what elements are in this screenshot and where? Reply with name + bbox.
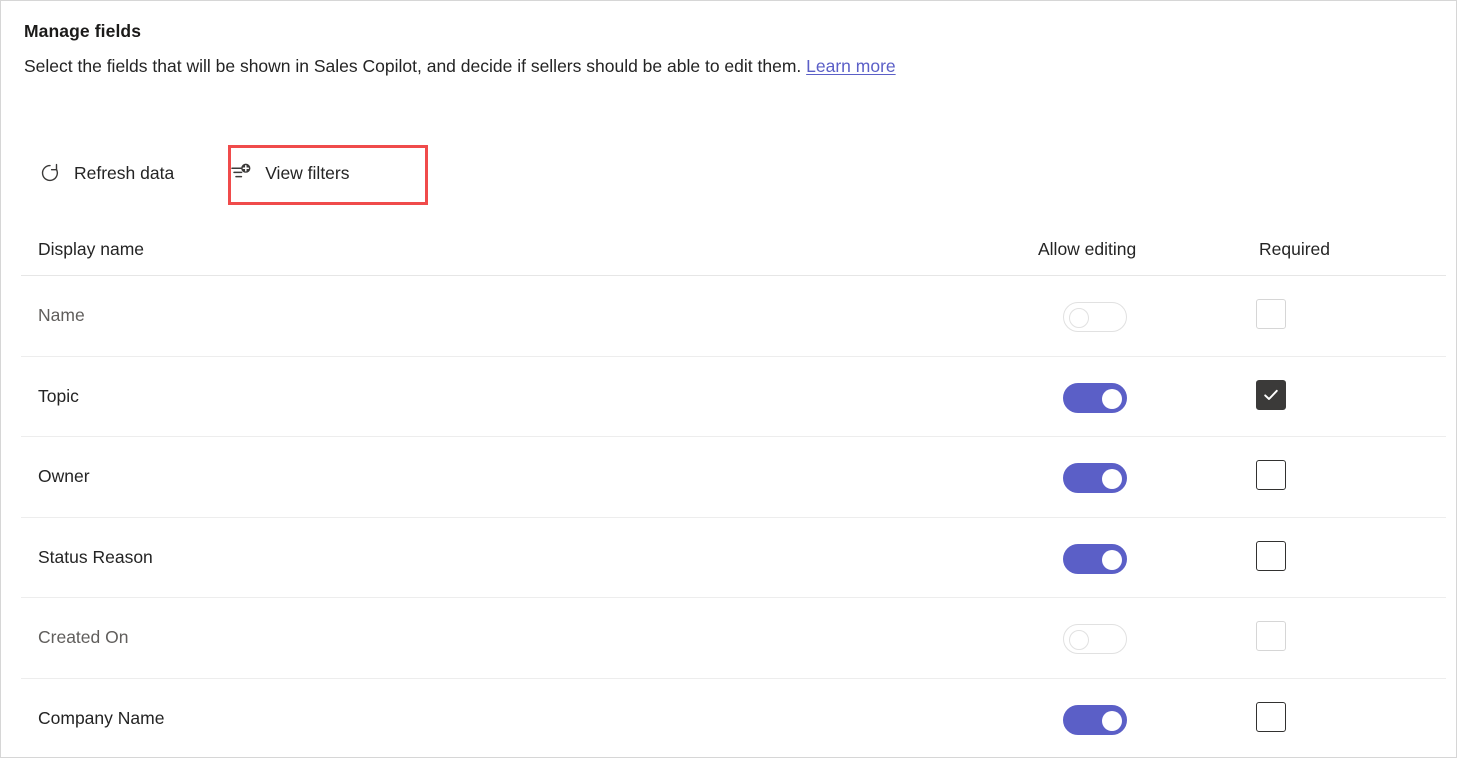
allow-editing-toggle[interactable] (1063, 704, 1127, 735)
column-header-required: Required (1259, 239, 1331, 259)
table-row: Created On (21, 598, 1446, 679)
allow-editing-toggle[interactable] (1063, 463, 1127, 494)
column-header-allow-editing: Allow editing (1038, 239, 1137, 259)
required-checkbox[interactable] (1256, 540, 1286, 571)
page-description-text: Select the fields that will be shown in … (24, 56, 802, 76)
required-cell (1256, 621, 1286, 652)
allow-editing-cell (1063, 302, 1127, 332)
view-filters-label: View filters (265, 163, 350, 183)
field-display-name: Created On (38, 627, 129, 648)
refresh-data-button[interactable]: Refresh data (39, 153, 174, 193)
required-cell (1256, 460, 1286, 491)
table-header-row: Display name Allow editing Required (21, 227, 1446, 276)
allow-editing-toggle (1063, 302, 1127, 332)
allow-editing-cell (1063, 463, 1127, 494)
fields-table: Display name Allow editing Required Name… (1, 227, 1456, 757)
table-body: Name Topic Owner Status Reason Created On Com… (1, 276, 1456, 757)
allow-editing-cell (1063, 624, 1127, 655)
field-display-name: Status Reason (38, 546, 153, 567)
toggle-thumb (1102, 549, 1122, 570)
field-display-name: Name (38, 305, 85, 325)
page-description: Select the fields that will be shown in … (24, 54, 1424, 78)
view-filters-button[interactable]: View filters (230, 153, 350, 193)
field-display-name: Company Name (38, 707, 165, 728)
allow-editing-cell (1063, 543, 1127, 574)
toggle-thumb (1102, 388, 1122, 409)
allow-editing-toggle[interactable] (1063, 382, 1127, 413)
required-cell (1256, 701, 1286, 732)
field-display-name: Owner (38, 466, 90, 487)
toggle-thumb (1102, 469, 1122, 490)
required-cell (1256, 540, 1286, 571)
required-cell (1256, 299, 1286, 329)
table-row: Owner (21, 437, 1446, 518)
toggle-thumb (1069, 630, 1089, 651)
table-row: Topic (21, 357, 1446, 438)
command-bar: Refresh data View filters (39, 153, 350, 193)
page-title: Manage fields (24, 21, 142, 41)
toggle-thumb (1069, 308, 1089, 328)
table-row: Company Name (21, 679, 1446, 757)
table-row: Name (21, 276, 1446, 357)
refresh-icon (39, 162, 61, 184)
required-checkbox (1256, 621, 1286, 652)
required-checkbox[interactable] (1256, 460, 1286, 491)
required-checkbox (1256, 299, 1286, 329)
table-row: Status Reason (21, 518, 1446, 599)
required-checkbox[interactable] (1256, 379, 1286, 410)
refresh-data-label: Refresh data (74, 163, 175, 183)
allow-editing-cell (1063, 382, 1127, 413)
field-display-name: Topic (38, 385, 79, 406)
filter-add-icon (230, 162, 252, 184)
allow-editing-toggle[interactable] (1063, 543, 1127, 574)
column-header-display-name: Display name (38, 239, 145, 259)
page-header: Manage fields Select the fields that wil… (24, 19, 1424, 78)
manage-fields-page: Manage fields Select the fields that wil… (0, 0, 1457, 758)
required-cell (1256, 379, 1286, 410)
required-checkbox[interactable] (1256, 701, 1286, 732)
toggle-thumb (1102, 710, 1122, 731)
learn-more-link[interactable]: Learn more (806, 56, 896, 76)
allow-editing-cell (1063, 704, 1127, 735)
checkmark-icon (1264, 389, 1278, 400)
allow-editing-toggle (1063, 624, 1127, 655)
